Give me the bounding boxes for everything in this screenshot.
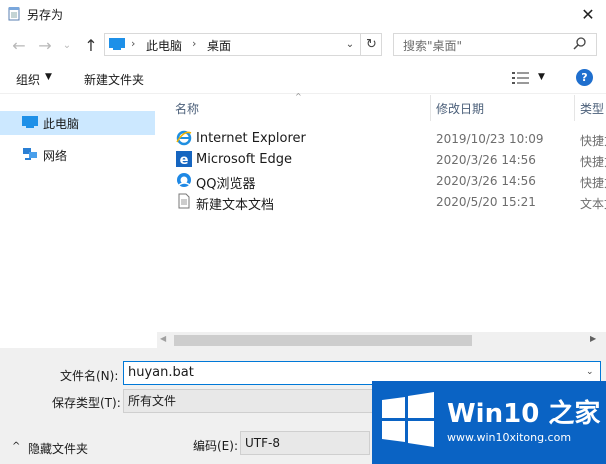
file-date: 2020/3/26 14:56 bbox=[436, 174, 536, 188]
help-button[interactable]: ? bbox=[576, 69, 593, 86]
breadcrumb-this-pc[interactable]: 此电脑 bbox=[146, 37, 182, 54]
hide-folders-button[interactable]: 隐藏文件夹 bbox=[28, 440, 88, 457]
column-divider[interactable] bbox=[430, 95, 431, 121]
forward-button[interactable]: → bbox=[34, 34, 56, 56]
column-divider[interactable] bbox=[574, 95, 575, 121]
scroll-left-icon[interactable]: ◀ bbox=[160, 334, 166, 343]
file-date: 2020/5/20 15:21 bbox=[436, 195, 536, 209]
pc-icon bbox=[22, 116, 38, 128]
file-type: 快捷方式 bbox=[580, 176, 606, 190]
window-title: 另存为 bbox=[27, 8, 64, 22]
notepad-icon bbox=[8, 7, 20, 21]
edge-icon: e bbox=[176, 151, 192, 167]
refresh-button[interactable]: ↻ bbox=[360, 33, 382, 56]
new-folder-button[interactable]: 新建文件夹 bbox=[84, 71, 144, 88]
column-header-type[interactable]: 类型 bbox=[580, 100, 604, 117]
watermark-title: Win10 之家 bbox=[447, 399, 601, 429]
title-bar bbox=[0, 0, 606, 28]
breadcrumb-desktop[interactable]: 桌面 bbox=[207, 37, 231, 54]
file-date: 2019/10/23 10:09 bbox=[436, 132, 544, 146]
file-type: 快捷方式 bbox=[580, 155, 606, 169]
chevron-up-icon[interactable]: ^ bbox=[12, 441, 20, 452]
file-name[interactable]: QQ浏览器 bbox=[196, 173, 255, 192]
column-header-date[interactable]: 修改日期 bbox=[436, 100, 484, 117]
recent-locations-button[interactable]: ⌄ bbox=[60, 34, 74, 56]
breadcrumb-separator[interactable]: › bbox=[131, 37, 135, 50]
view-details-icon[interactable] bbox=[512, 71, 530, 85]
back-button[interactable]: ← bbox=[8, 34, 30, 56]
organize-button[interactable]: 组织 bbox=[16, 71, 40, 88]
qq-browser-icon bbox=[177, 173, 191, 187]
sidebar-item-label[interactable]: 网络 bbox=[43, 147, 67, 164]
chevron-down-icon[interactable]: ▼ bbox=[45, 72, 52, 82]
file-name[interactable]: Microsoft Edge bbox=[196, 152, 292, 167]
sort-ascending-icon: ^ bbox=[295, 92, 302, 101]
encoding-label: 编码(E): bbox=[193, 439, 238, 453]
file-date: 2020/3/26 14:56 bbox=[436, 153, 536, 167]
chevron-down-icon[interactable]: ⌄ bbox=[586, 367, 594, 377]
chevron-down-icon[interactable]: ▼ bbox=[538, 72, 545, 82]
file-type: 快捷方式 bbox=[580, 134, 606, 148]
search-icon[interactable] bbox=[572, 36, 588, 52]
address-dropdown-button[interactable]: ⌄ bbox=[340, 33, 360, 56]
scroll-right-icon[interactable]: ▶ bbox=[590, 334, 596, 343]
file-name[interactable]: Internet Explorer bbox=[196, 131, 306, 146]
file-type: 文本文档 bbox=[580, 197, 606, 211]
save-type-label: 保存类型(T): bbox=[52, 396, 121, 410]
sidebar-item-label: 此电脑 bbox=[43, 117, 80, 131]
file-name[interactable]: 新建文本文档 bbox=[196, 194, 274, 213]
svg-text:e: e bbox=[180, 153, 189, 167]
ie-icon bbox=[176, 130, 192, 146]
close-button[interactable]: ✕ bbox=[570, 0, 606, 28]
scrollbar-thumb[interactable] bbox=[174, 335, 472, 346]
filename-label: 文件名(N): bbox=[60, 369, 119, 383]
watermark-url: www.win10xitong.com bbox=[447, 431, 572, 444]
text-file-icon bbox=[178, 193, 190, 209]
column-header-name[interactable]: 名称 bbox=[175, 100, 199, 117]
search-placeholder: 搜索"桌面" bbox=[403, 39, 463, 53]
up-button[interactable]: ↑ bbox=[80, 34, 102, 56]
windows-logo-icon bbox=[382, 392, 434, 447]
network-icon[interactable] bbox=[22, 147, 38, 161]
encoding-select[interactable]: UTF-8 bbox=[240, 431, 370, 455]
pc-icon bbox=[109, 38, 125, 50]
breadcrumb-separator[interactable]: › bbox=[192, 37, 196, 50]
